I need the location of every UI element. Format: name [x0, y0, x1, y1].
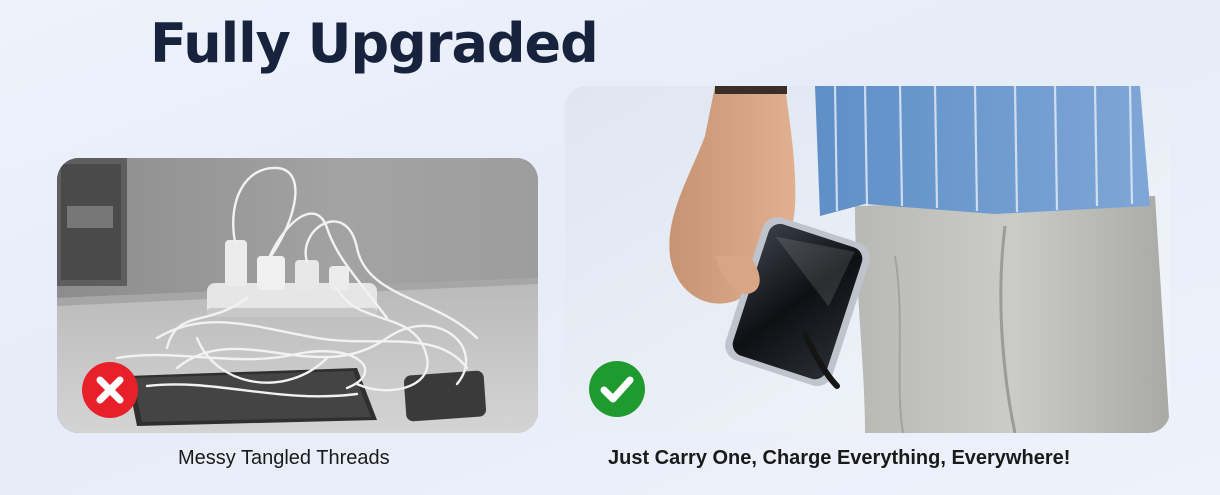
cross-badge: [82, 362, 138, 418]
before-caption: Messy Tangled Threads: [178, 447, 390, 469]
check-badge: [589, 361, 645, 417]
cross-icon: [96, 376, 124, 404]
promo-banner: Fully Upgraded Messy Tangled Threads Jus…: [0, 0, 1220, 495]
check-icon: [600, 376, 634, 403]
headline: Fully Upgraded: [150, 12, 599, 75]
power-bank-illustration: [565, 86, 1170, 433]
after-caption: Just Carry One, Charge Everything, Every…: [608, 447, 1071, 469]
power-bank-carry-photo: [565, 86, 1170, 433]
